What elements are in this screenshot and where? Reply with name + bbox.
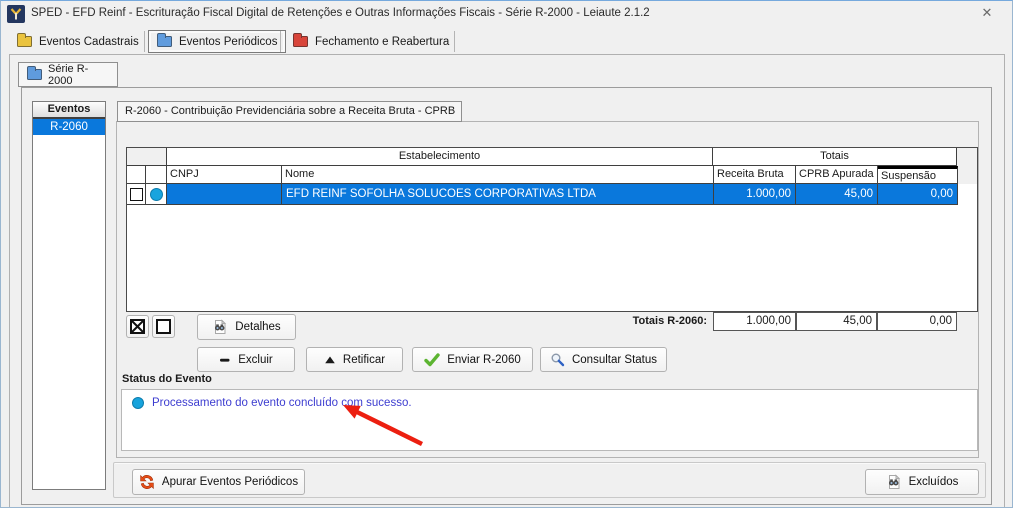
column-header-cprb-apurada[interactable]: CPRB Apurada xyxy=(796,166,878,184)
table-row[interactable]: EFD REINF SOFOLHA SOLUCOES CORPORATIVAS … xyxy=(127,184,977,205)
consultar-status-button[interactable]: Consultar Status xyxy=(540,347,667,372)
row-status-cell xyxy=(146,184,167,205)
enviar-r2060-button[interactable]: Enviar R-2060 xyxy=(412,347,533,372)
apurar-label: Apurar Eventos Periódicos xyxy=(162,476,298,488)
detalhes-button[interactable]: Detalhes xyxy=(197,314,296,340)
group-header-estabelecimento: Estabelecimento xyxy=(166,148,713,166)
cell-cprb-apurada[interactable]: 45,00 xyxy=(796,184,878,205)
group-header-totais: Totais xyxy=(713,148,957,166)
tab-serie-r2000[interactable]: Série R-2000 xyxy=(18,62,118,87)
column-header-filler xyxy=(958,166,977,184)
totals-label: Totais R-2060: xyxy=(556,315,707,327)
row-checkbox[interactable] xyxy=(130,188,143,201)
folder-yellow-icon xyxy=(17,36,32,47)
event-status-circle-icon xyxy=(150,188,163,201)
excluidos-button[interactable]: Excluídos xyxy=(865,469,979,495)
cell-suspensao[interactable]: 0,00 xyxy=(878,184,958,205)
column-header-row: CNPJ Nome Receita Bruta CPRB Apurada Sus… xyxy=(127,166,977,184)
folder-blue-icon xyxy=(27,69,42,80)
select-none-button[interactable] xyxy=(152,315,175,338)
establishments-table: Estabelecimento Totais CNPJ Nome Receita… xyxy=(126,147,978,312)
column-header-receita-bruta[interactable]: Receita Bruta xyxy=(714,166,796,184)
totals-cprb-apurada: 45,00 xyxy=(796,312,877,331)
column-header-status xyxy=(146,166,167,184)
sped-logo-icon xyxy=(7,5,25,23)
status-line: Processamento do evento concluído com su… xyxy=(122,390,977,409)
close-icon[interactable]: ✕ xyxy=(976,3,998,23)
excluidos-label: Excluídos xyxy=(909,476,959,488)
group-header-row: Estabelecimento Totais xyxy=(127,148,977,166)
tab-label: Eventos Cadastrais xyxy=(39,36,139,48)
tab-label: Eventos Periódicos xyxy=(179,36,277,48)
cell-cnpj[interactable] xyxy=(167,184,282,205)
select-all-button[interactable] xyxy=(126,315,149,338)
title-bar: SPED - EFD Reinf - Escrituração Fiscal D… xyxy=(1,1,1012,27)
consultar-label: Consultar Status xyxy=(572,354,657,366)
minus-icon xyxy=(219,354,231,366)
retificar-button[interactable]: Retificar xyxy=(306,347,403,372)
folder-red-icon xyxy=(293,36,308,47)
row-select-cell[interactable] xyxy=(127,184,146,205)
cell-receita-bruta[interactable]: 1.000,00 xyxy=(714,184,796,205)
group-header-filler xyxy=(957,148,977,166)
series-tab-label: Série R-2000 xyxy=(48,63,109,87)
excluir-label: Excluir xyxy=(238,354,273,366)
tab-eventos-cadastrais[interactable]: Eventos Cadastrais xyxy=(9,30,147,53)
column-header-cnpj[interactable]: CNPJ xyxy=(167,166,282,184)
main-tab-bar: Eventos Cadastrais Eventos Periódicos Fe… xyxy=(1,29,1012,54)
detalhes-label: Detalhes xyxy=(235,321,280,333)
window-title: SPED - EFD Reinf - Escrituração Fiscal D… xyxy=(31,1,650,25)
tab-r2060-cprb[interactable]: R-2060 - Contribuição Previdenciária sob… xyxy=(117,101,462,122)
cell-nome[interactable]: EFD REINF SOFOLHA SOLUCOES CORPORATIVAS … xyxy=(282,184,714,205)
column-header-select xyxy=(127,166,146,184)
tab-eventos-periodicos[interactable]: Eventos Periódicos xyxy=(148,30,286,53)
totals-receita-bruta: 1.000,00 xyxy=(713,312,796,331)
triangle-up-icon xyxy=(324,354,336,366)
tab-fechamento-reabertura[interactable]: Fechamento e Reabertura xyxy=(285,30,457,53)
tab-label: Fechamento e Reabertura xyxy=(315,36,449,48)
sidebar-item-r2060[interactable]: R-2060 xyxy=(33,119,105,135)
group-header-blank xyxy=(127,148,167,166)
events-list-header: Eventos xyxy=(33,102,105,119)
column-header-nome[interactable]: Nome xyxy=(282,166,714,184)
folder-blue-icon xyxy=(157,36,172,47)
tab-separator xyxy=(144,31,145,52)
status-do-evento-label: Status do Evento xyxy=(122,373,212,385)
empty-box-icon xyxy=(156,319,171,334)
apurar-eventos-periodicos-button[interactable]: Apurar Eventos Periódicos xyxy=(132,469,305,495)
tab-separator xyxy=(454,31,455,52)
totals-suspensao: 0,00 xyxy=(877,312,957,331)
column-header-suspensao[interactable]: Suspensão xyxy=(878,166,958,184)
green-check-icon xyxy=(424,353,440,367)
app-window: SPED - EFD Reinf - Escrituração Fiscal D… xyxy=(0,0,1013,508)
excluir-button[interactable]: Excluir xyxy=(197,347,295,372)
checked-box-icon xyxy=(130,319,145,334)
red-arrow-annotation xyxy=(331,397,441,452)
events-list: Eventos R-2060 xyxy=(32,101,106,490)
retificar-label: Retificar xyxy=(343,354,385,366)
status-box: Processamento do evento concluído com su… xyxy=(121,389,978,451)
enviar-label: Enviar R-2060 xyxy=(447,354,521,366)
row-filler xyxy=(958,184,977,205)
binoculars-document-icon xyxy=(212,319,228,335)
binoculars-document-icon xyxy=(886,474,902,490)
refresh-arrows-icon xyxy=(139,474,155,490)
magnifier-icon xyxy=(550,352,565,367)
status-circle-icon xyxy=(132,397,144,409)
tab-separator xyxy=(280,31,281,52)
